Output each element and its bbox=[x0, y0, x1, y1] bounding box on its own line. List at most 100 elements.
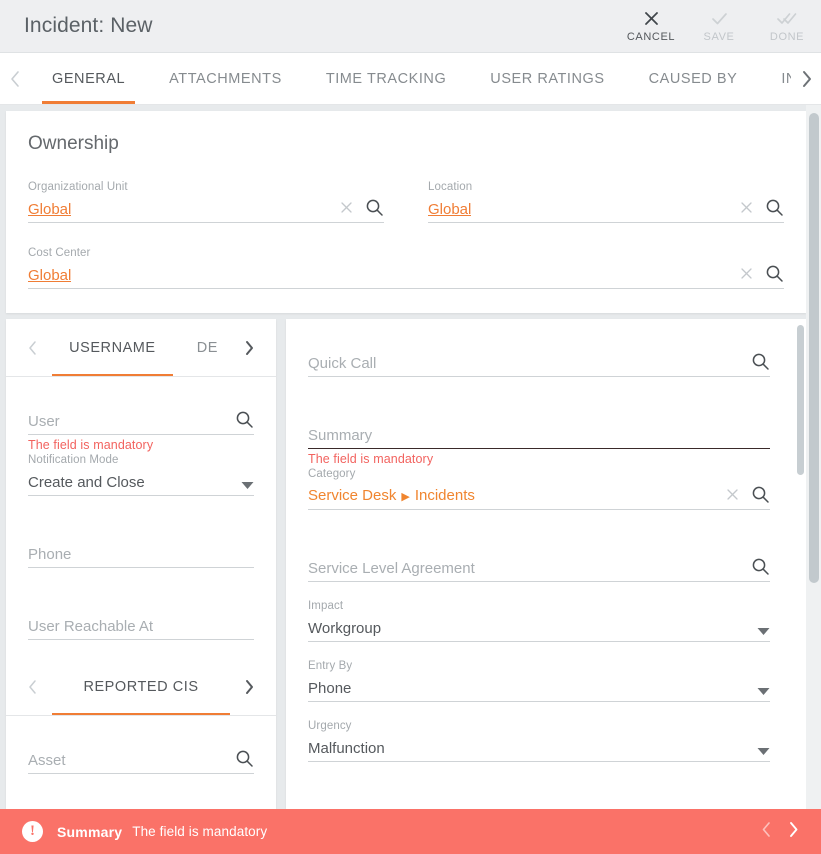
details-panel-scrollbar[interactable] bbox=[797, 325, 804, 803]
ownership-row-1: Organizational Unit Global Location Glob… bbox=[28, 181, 784, 223]
urgency-value[interactable]: Malfunction bbox=[308, 740, 385, 761]
details-panel-scrollbar-thumb[interactable] bbox=[797, 325, 804, 475]
location-value[interactable]: Global bbox=[428, 201, 471, 222]
entry-by-chevron-down-icon[interactable] bbox=[757, 684, 770, 700]
done-button-label: DONE bbox=[769, 31, 805, 43]
notification-mode-field[interactable]: Notification Mode Create and Close bbox=[28, 452, 254, 496]
notification-mode-label: Notification Mode bbox=[28, 454, 119, 466]
tab-caused-by[interactable]: CAUSED BY bbox=[627, 53, 760, 104]
ownership-section: Ownership Organizational Unit Global Loc… bbox=[6, 111, 806, 313]
tab-user-ratings[interactable]: USER RATINGS bbox=[468, 53, 626, 104]
category-field[interactable]: Category Service Desk ▶ Incidents bbox=[308, 466, 770, 510]
tab-general[interactable]: GENERAL bbox=[30, 53, 147, 104]
organizational-unit-clear-icon[interactable] bbox=[340, 201, 353, 218]
quick-call-field[interactable]: Quick Call bbox=[308, 349, 770, 377]
subtab-reported-cis-label: REPORTED CIS bbox=[83, 678, 199, 695]
category-clear-icon[interactable] bbox=[726, 488, 739, 505]
location-clear-icon[interactable] bbox=[740, 201, 753, 218]
error-bar-message: The field is mandatory bbox=[132, 824, 268, 839]
subtab-reported-cis[interactable]: REPORTED CIS bbox=[46, 658, 236, 715]
cost-center-clear-icon[interactable] bbox=[740, 267, 753, 284]
cancel-button[interactable]: CANCEL bbox=[617, 0, 685, 52]
tabbar-scroll-right-icon[interactable] bbox=[791, 53, 821, 104]
error-exclamation-icon: ! bbox=[22, 821, 43, 842]
reported-cis-scroll-right-icon[interactable] bbox=[236, 679, 262, 695]
previous-error-icon[interactable] bbox=[761, 821, 772, 842]
done-button[interactable]: DONE bbox=[753, 0, 821, 52]
user-search-icon[interactable] bbox=[235, 410, 254, 433]
impact-field[interactable]: Impact Workgroup bbox=[308, 600, 770, 642]
user-field[interactable]: User The field is mandatory bbox=[28, 407, 254, 452]
category-search-icon[interactable] bbox=[751, 485, 770, 508]
user-panel-tabs: USERNAME DE bbox=[46, 319, 236, 376]
cancel-button-label: CANCEL bbox=[626, 31, 676, 43]
asset-field[interactable]: Asset bbox=[28, 746, 254, 774]
tab-attachments-label: ATTACHMENTS bbox=[169, 70, 282, 87]
quick-call-input[interactable]: Quick Call bbox=[308, 355, 376, 376]
close-icon bbox=[644, 9, 659, 28]
service-level-agreement-field[interactable]: Service Level Agreement bbox=[308, 554, 770, 582]
user-reachable-at-field[interactable]: User Reachable At bbox=[28, 612, 254, 640]
organizational-unit-field[interactable]: Organizational Unit Global bbox=[28, 181, 384, 223]
form-body: Ownership Organizational Unit Global Loc… bbox=[0, 105, 821, 809]
phone-field[interactable]: Phone bbox=[28, 540, 254, 568]
tab-attachments[interactable]: ATTACHMENTS bbox=[147, 53, 304, 104]
impact-label: Impact bbox=[308, 600, 344, 612]
tab-general-label: GENERAL bbox=[52, 70, 126, 87]
user-error-message: The field is mandatory bbox=[28, 438, 154, 452]
next-error-icon[interactable] bbox=[788, 821, 799, 842]
asset-input[interactable]: Asset bbox=[28, 752, 66, 773]
tab-incident[interactable]: INCIDENT bbox=[759, 53, 791, 104]
cost-center-value[interactable]: Global bbox=[28, 267, 71, 288]
cost-center-field[interactable]: Cost Center Global bbox=[28, 247, 784, 289]
tabbar-scroll-left-icon[interactable] bbox=[0, 53, 30, 104]
organizational-unit-search-icon[interactable] bbox=[365, 198, 384, 221]
subtab-username-label: USERNAME bbox=[69, 339, 156, 356]
service-level-agreement-input[interactable]: Service Level Agreement bbox=[308, 560, 475, 581]
reported-cis-scroll-left-icon[interactable] bbox=[20, 679, 46, 695]
subtab-de-label: DE bbox=[196, 339, 218, 356]
summary-field[interactable]: Summary The field is mandatory bbox=[308, 421, 770, 466]
quick-call-search-icon[interactable] bbox=[751, 352, 770, 375]
service-level-agreement-search-icon[interactable] bbox=[751, 557, 770, 580]
user-panel-scroll-left-icon[interactable] bbox=[20, 340, 46, 356]
user-panel-scroll-right-icon[interactable] bbox=[236, 340, 262, 356]
validation-error-bar: ! Summary The field is mandatory bbox=[0, 809, 821, 854]
impact-chevron-down-icon[interactable] bbox=[757, 624, 770, 640]
category-separator-icon: ▶ bbox=[401, 491, 410, 503]
incident-details-panel: Quick Call Summary The field is mandator… bbox=[286, 319, 806, 809]
location-field[interactable]: Location Global bbox=[428, 181, 784, 223]
cost-center-search-icon[interactable] bbox=[765, 264, 784, 287]
cost-center-label: Cost Center bbox=[28, 247, 91, 259]
impact-value[interactable]: Workgroup bbox=[308, 620, 381, 641]
organizational-unit-label: Organizational Unit bbox=[28, 181, 128, 193]
user-reachable-at-input[interactable]: User Reachable At bbox=[28, 618, 153, 639]
asset-search-icon[interactable] bbox=[235, 749, 254, 772]
save-button[interactable]: SAVE bbox=[685, 0, 753, 52]
incident-form-window: Incident: New CANCEL SAVE DONE GENERAL A… bbox=[0, 0, 821, 854]
window-header: Incident: New CANCEL SAVE DONE bbox=[0, 0, 821, 53]
location-search-icon[interactable] bbox=[765, 198, 784, 221]
tabbar-tabs: GENERAL ATTACHMENTS TIME TRACKING USER R… bbox=[30, 53, 791, 104]
urgency-field[interactable]: Urgency Malfunction bbox=[308, 720, 770, 762]
notification-mode-chevron-down-icon[interactable] bbox=[241, 478, 254, 494]
phone-input[interactable]: Phone bbox=[28, 546, 71, 567]
urgency-chevron-down-icon[interactable] bbox=[757, 744, 770, 760]
page-scrollbar-thumb[interactable] bbox=[809, 113, 819, 583]
urgency-label: Urgency bbox=[308, 720, 352, 732]
user-input[interactable]: User bbox=[28, 413, 60, 434]
summary-input[interactable]: Summary bbox=[308, 427, 372, 448]
organizational-unit-value[interactable]: Global bbox=[28, 201, 71, 222]
entry-by-field[interactable]: Entry By Phone bbox=[308, 660, 770, 702]
subtab-de[interactable]: DE bbox=[179, 319, 236, 376]
category-value[interactable]: Service Desk ▶ Incidents bbox=[308, 487, 475, 509]
entry-by-value[interactable]: Phone bbox=[308, 680, 351, 701]
subtab-username[interactable]: USERNAME bbox=[46, 319, 179, 376]
page-scrollbar[interactable] bbox=[806, 105, 821, 809]
tab-user-ratings-label: USER RATINGS bbox=[490, 70, 605, 87]
main-tabbar: GENERAL ATTACHMENTS TIME TRACKING USER R… bbox=[0, 53, 821, 105]
ownership-row-2: Cost Center Global bbox=[28, 247, 784, 289]
reported-cis-tabbar: REPORTED CIS bbox=[6, 658, 276, 716]
tab-time-tracking[interactable]: TIME TRACKING bbox=[304, 53, 468, 104]
notification-mode-value[interactable]: Create and Close bbox=[28, 474, 145, 495]
